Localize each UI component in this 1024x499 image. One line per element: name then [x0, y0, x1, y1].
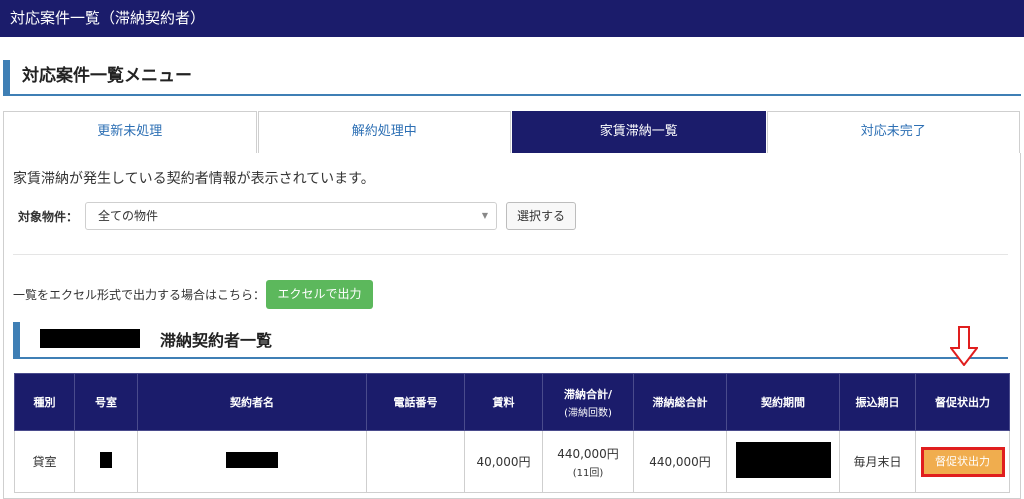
down-arrow-icon [950, 326, 978, 366]
cell-arrears-grand-total: 440,000円 [633, 430, 727, 493]
col-header-arrears-grand-total: 滞納総合計 [633, 373, 727, 431]
property-filter-label: 対象物件： [18, 210, 79, 224]
arrears-count-header-label: (滞納回数) [564, 407, 612, 419]
excel-export-button[interactable]: エクセルで出力 [266, 280, 373, 309]
col-header-phone: 電話番号 [366, 373, 465, 431]
cell-room [74, 430, 138, 493]
cell-transfer-date: 毎月末日 [839, 430, 916, 493]
col-header-transfer-date: 振込期日 [839, 373, 916, 431]
notice-output-button[interactable]: 督促状出力 [920, 446, 1005, 477]
cell-type: 貸室 [14, 430, 75, 493]
redacted-room [100, 452, 112, 468]
tab-rent-arrears[interactable]: 家賃滞納一覧 [512, 111, 766, 153]
table-row: 貸室 40,000円 440,000円 (11回) 440,000円 毎月末日 … [14, 430, 1010, 493]
col-header-room: 号室 [74, 373, 138, 431]
top-header-bar: 対応案件一覧（滞納契約者） [0, 0, 1024, 37]
tab-bar: 更新未処理 解約処理中 家賃滞納一覧 対応未完了 [3, 111, 1021, 153]
arrears-list-heading: 滞納契約者一覧 [13, 322, 1008, 359]
col-header-notice-output: 督促状出力 [915, 373, 1010, 431]
col-header-arrears-total: 滞納合計/ (滞納回数) [542, 373, 634, 431]
cell-arrears-total: 440,000円 (11回) [542, 430, 634, 493]
col-header-rent: 賃料 [464, 373, 543, 431]
col-header-type: 種別 [14, 373, 75, 431]
menu-heading: 対応案件一覧メニュー [3, 60, 1021, 96]
cell-rent: 40,000円 [464, 430, 543, 493]
property-select-value: 全ての物件 [98, 209, 159, 223]
arrears-list-title: 滞納契約者一覧 [160, 331, 273, 350]
redacted-contractor-name [226, 452, 278, 468]
arrears-total-value: 440,000円 [557, 446, 619, 461]
select-button[interactable]: 選択する [506, 202, 576, 230]
page-title: 対応案件一覧（滞納契約者） [10, 9, 206, 27]
col-header-period: 契約期間 [726, 373, 840, 431]
arrears-table: 種別 号室 契約者名 電話番号 賃料 滞納合計/ (滞納回数) 滞納総合計 契約… [14, 373, 1010, 493]
chevron-down-icon: ▼ [481, 211, 488, 220]
cell-notice-output: 督促状出力 [915, 430, 1010, 493]
panel-description: 家賃滞納が発生している契約者情報が表示されています。 [13, 171, 375, 187]
col-header-contractor: 契約者名 [137, 373, 367, 431]
tab-cancellation-processing[interactable]: 解約処理中 [257, 111, 511, 153]
table-header-row: 種別 号室 契約者名 電話番号 賃料 滞納合計/ (滞納回数) 滞納総合計 契約… [14, 373, 1010, 431]
divider [13, 254, 1008, 255]
tab-incomplete[interactable]: 対応未完了 [766, 111, 1020, 153]
tab-renewal-pending[interactable]: 更新未処理 [3, 111, 257, 153]
cell-period [726, 430, 840, 493]
cell-contractor [137, 430, 367, 493]
arrears-total-header-label: 滞納合計/ [563, 387, 613, 401]
redacted-property-name [40, 329, 140, 348]
arrears-count-value: (11回) [572, 467, 604, 479]
excel-export-text: 一覧をエクセル形式で出力する場合はこちら： [13, 288, 266, 302]
property-select[interactable]: 全ての物件 ▼ [85, 202, 497, 230]
redacted-contract-period [735, 442, 831, 478]
cell-phone [366, 430, 465, 493]
